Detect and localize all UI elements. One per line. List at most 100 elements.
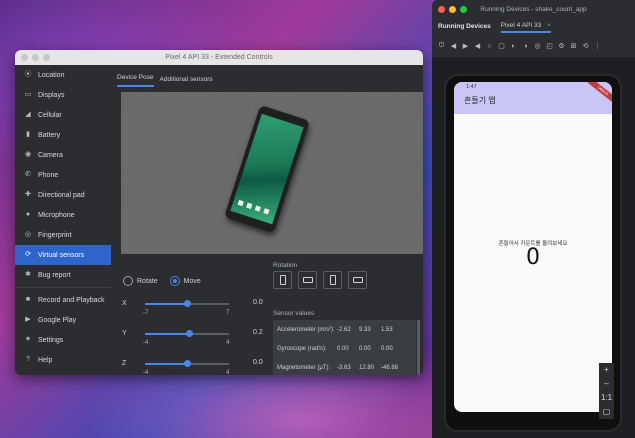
zoom-in-icon[interactable]: +	[604, 363, 609, 377]
sidebar-item-phone[interactable]: ✆ Phone	[15, 165, 111, 185]
tab-pixel-4-api-33[interactable]: Pixel 4 API 33 ×	[500, 20, 551, 33]
camera-icon: ◉	[24, 151, 32, 158]
power-icon[interactable]: ⏻	[438, 42, 445, 50]
slider-track[interactable]	[145, 330, 229, 337]
sidebar-item-virtual-sensors[interactable]: ⟳ Virtual sensors	[15, 245, 111, 265]
sensor-value: 0.00	[359, 345, 371, 352]
move-radio-dot	[169, 276, 180, 286]
sensor-row: Magnetometer (μT): -3.63 12.80 -46.88	[273, 358, 416, 375]
axis-label: X	[122, 300, 127, 307]
layout-icon[interactable]: ⊞	[570, 42, 577, 50]
slider-min: -7	[143, 310, 149, 316]
device-screen[interactable]: 1:47 흔들기 앱 DEBUG 흔들어서 카운트를 올려보세요 0	[454, 82, 612, 412]
sensor-value: -2.62	[337, 326, 351, 333]
sensor-value: -3.63	[337, 364, 351, 371]
device-toolbar: ⏻ ◀ ▶ ◀ ○ ▢ ◐ ◑ ◎ ◰ ⚙ ⊞ ⟲ ⋮	[432, 35, 635, 57]
displays-icon: ▭	[24, 91, 32, 98]
sidebar-item-google-play[interactable]: ▶ Google Play	[15, 310, 111, 330]
reset-icon[interactable]: ⟲	[582, 42, 589, 50]
slider-track[interactable]	[145, 300, 229, 307]
sidebar-item-label: Phone	[38, 171, 59, 179]
sidebar-item-label: Camera	[38, 151, 63, 159]
help-icon: ?	[26, 356, 30, 363]
sidebar-item-bug-report[interactable]: ✱ Bug report	[15, 265, 111, 285]
sidebar-item-record-and-playback[interactable]: ■ Record and Playback	[15, 290, 111, 310]
slider-knob[interactable]	[186, 330, 194, 337]
tab-device-pose[interactable]: Device Pose	[117, 74, 154, 87]
home-icon[interactable]: ○	[486, 43, 493, 50]
sidebar-item-label: Directional pad	[38, 191, 85, 199]
sensor-values-table: Accelerometer (m/s²): -2.62 9.33 1.53 Gyrosc…	[273, 320, 416, 375]
sidebar-item-location[interactable]: ⦿ Location	[15, 65, 111, 85]
volume-down-icon[interactable]: ◀	[450, 42, 457, 50]
rotate-radio[interactable]: Rotate	[123, 276, 158, 286]
rotate-landscape-left-button[interactable]	[298, 271, 317, 289]
slider-min: -4	[143, 370, 149, 375]
camera-icon[interactable]: ◎	[534, 42, 541, 50]
google-play-icon: ▶	[25, 316, 31, 323]
overview-icon[interactable]: ▢	[498, 42, 505, 50]
rotate-reverse-portrait-button[interactable]	[323, 271, 342, 289]
sidebar-item-displays[interactable]: ▭ Displays	[15, 85, 111, 105]
device-frame: 1:47 흔들기 앱 DEBUG 흔들어서 카운트를 올려보세요 0	[444, 74, 622, 432]
move-radio[interactable]: Move	[169, 276, 201, 286]
rotate-radio-dot	[123, 276, 133, 286]
sidebar-item-camera[interactable]: ◉ Camera	[15, 145, 111, 165]
slider-knob[interactable]	[184, 300, 191, 307]
slider-value: 0.2	[253, 329, 263, 336]
volume-up-icon[interactable]: ▶	[462, 42, 469, 50]
extended-controls-titlebar: Pixel 4 API 33 - Extended Controls	[15, 50, 423, 65]
sensor-row: Gyroscope (rad/s): 0.00 0.00 0.00	[273, 339, 416, 358]
sidebar-item-label: Bug report	[38, 271, 71, 279]
running-devices-window: Running Devices - shake_count_app Runnin…	[432, 0, 635, 438]
window-title: Pixel 4 API 33 - Extended Controls	[165, 54, 273, 61]
record-icon: ■	[25, 296, 31, 303]
slider-x: X -7 7 0.0	[122, 291, 270, 319]
phone-icon: ✆	[25, 171, 31, 178]
slider-fill	[145, 363, 187, 365]
sidebar-item-help[interactable]: ? Help	[15, 350, 111, 370]
sidebar-item-microphone[interactable]: ● Microphone	[15, 205, 111, 225]
sidebar-item-label: Settings	[38, 336, 64, 344]
slider-knob[interactable]	[184, 360, 191, 367]
sidebar-item-settings[interactable]: ✷ Settings	[15, 330, 111, 350]
rotate-left-icon[interactable]: ◀	[474, 42, 481, 50]
sidebar-item-battery[interactable]: ▮ Battery	[15, 125, 111, 145]
zoom-controls: + –1:1 ▢	[599, 363, 614, 419]
snapshot-icon[interactable]: ◰	[546, 42, 553, 50]
phone-3d-model[interactable]	[224, 104, 310, 234]
sensor-values-scrollbar[interactable]	[417, 320, 420, 375]
slider-track[interactable]	[145, 360, 229, 367]
settings-icon[interactable]: ⚙	[558, 42, 565, 50]
microphone-icon: ●	[25, 211, 31, 218]
rotate-portrait-button[interactable]	[273, 271, 292, 289]
zoom-out-icon[interactable]: –	[604, 377, 608, 391]
sidebar-item-directional-pad[interactable]: ✚ Directional pad	[15, 185, 111, 205]
tab-pixel-label: Pixel 4 API 33	[500, 22, 542, 29]
slider-value: 0.0	[253, 359, 263, 366]
sensor-tabs: Device Pose Additional sensors	[113, 65, 423, 87]
sensor-value: 0.00	[337, 345, 349, 352]
sensor-value: 1.53	[381, 326, 393, 333]
sidebar-item-label: Google Play	[38, 316, 77, 324]
location-icon: ⦿	[24, 71, 32, 78]
rotation-label: Rotation	[273, 262, 298, 269]
tab-additional-sensors[interactable]: Additional sensors	[160, 76, 213, 87]
back-icon[interactable]: ◐	[510, 43, 517, 50]
move-label: Move	[183, 277, 201, 285]
sensor-value: 0.00	[381, 345, 393, 352]
sensor-row: Accelerometer (m/s²): -2.62 9.33 1.53	[273, 320, 416, 339]
actual-size-icon[interactable]: 1:1	[601, 391, 612, 405]
fit-screen-icon[interactable]: ▢	[603, 405, 611, 419]
rotate-landscape-right-button[interactable]	[348, 271, 367, 289]
slider-max: 4	[226, 340, 230, 346]
more-icon[interactable]: ⋮	[594, 42, 601, 50]
sidebar-item-cellular[interactable]: ◢ Cellular	[15, 105, 111, 125]
slider-min: -4	[143, 340, 149, 346]
sidebar-item-fingerprint[interactable]: ◎ Fingerprint	[15, 225, 111, 245]
tab-close-icon[interactable]: ×	[547, 22, 551, 29]
screenshot-icon[interactable]: ◑	[522, 43, 529, 50]
running-devices-titlebar: Running Devices - shake_count_app	[432, 0, 635, 18]
rd-tab-bar: Running Devices Pixel 4 API 33 ×	[432, 18, 635, 35]
device-pose-viewport[interactable]	[121, 92, 423, 254]
